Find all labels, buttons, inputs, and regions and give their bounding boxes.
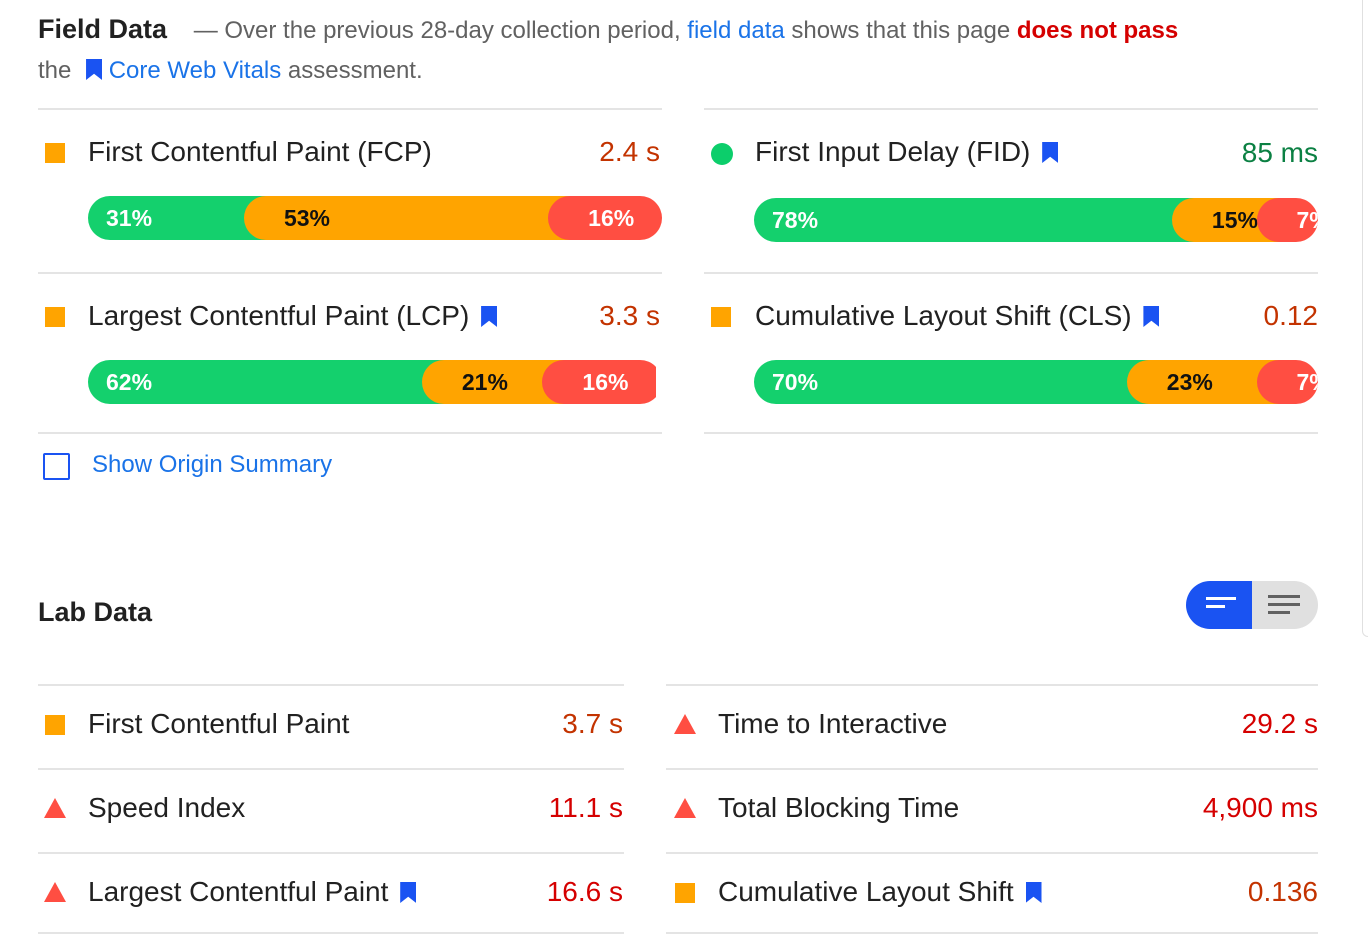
metric-name: Speed Index [88,792,246,823]
divider [38,432,662,434]
metric-value: 2.4 s [599,136,660,167]
fail-triangle-icon [44,798,66,818]
needs-improvement-segment: 53% [243,196,571,240]
average-square-icon [45,715,65,735]
poor-segment: 16% [542,360,657,404]
divider [38,272,662,274]
poor-segment: 16% [548,196,662,240]
summary-view-button[interactable] [1186,581,1252,629]
scrollbar[interactable] [1362,0,1368,637]
field-data-link[interactable]: field data [687,17,784,44]
poor-segment: 7% [1256,360,1318,404]
bookmark-icon [86,59,103,80]
metric-name: First Contentful Paint (FCP) [88,136,432,167]
metric-value: 4,900 ms [1202,792,1318,823]
metric-name: Time to Interactive [718,708,948,739]
metric-value: 85 ms [1241,137,1318,168]
average-square-icon [711,307,731,327]
average-square-icon [45,143,65,163]
intro-text-1: Over the previous 28-day collection peri… [224,17,681,44]
show-origin-summary-checkbox[interactable] [43,453,70,480]
divider [704,108,1318,110]
field-data-title: Field Data [38,14,168,44]
average-square-icon [675,883,695,903]
metric-value: 0.136 [1247,876,1318,907]
good-segment: 70% [754,360,1149,404]
metric-name-text: Cumulative Layout Shift [718,876,1014,907]
summary-lines-icon [1206,605,1225,608]
divider [666,852,1318,854]
metric-value: 16.6 s [546,876,623,907]
fail-triangle-icon [674,798,696,818]
bookmark-icon [481,306,498,327]
metric-value: 11.1 s [548,792,623,823]
details-view-button[interactable] [1252,581,1318,629]
divider [666,684,1318,686]
divider [666,932,1318,934]
metric-name: First Input Delay (FID) [755,136,1059,168]
header-dash: — [193,17,218,44]
metric-name-text: First Input Delay (FID) [755,136,1031,167]
bookmark-icon [1025,882,1042,903]
metric-name: Cumulative Layout Shift (CLS) [755,300,1160,332]
good-circle-icon [711,143,733,165]
details-lines-icon [1268,595,1300,598]
details-lines-icon [1268,603,1300,606]
metric-value: 3.3 s [599,300,660,331]
distribution-bar: 78% 15% 7% [754,198,1318,242]
average-square-icon [45,307,65,327]
view-toggle[interactable] [1186,581,1318,629]
fail-triangle-icon [44,882,66,902]
core-web-vitals-link[interactable]: Core Web Vitals [109,57,282,84]
details-lines-icon [1268,611,1290,614]
divider [666,768,1318,770]
show-origin-summary-label[interactable]: Show Origin Summary [92,451,332,479]
lab-data-title: Lab Data [38,597,153,627]
metric-value: 29.2 s [1241,708,1318,739]
metric-name: Largest Contentful Paint [88,876,417,908]
metric-name: Cumulative Layout Shift [718,876,1042,908]
metric-name: Largest Contentful Paint (LCP) [88,300,498,332]
metric-name: Total Blocking Time [718,792,960,823]
good-segment: 78% [754,198,1194,242]
metric-name-text: Largest Contentful Paint [88,876,389,907]
intro-text-4: assessment. [287,57,423,84]
divider [38,768,624,770]
bookmark-icon [1143,306,1160,327]
metric-value: 3.7 s [562,708,623,739]
intro-text-3: the [38,57,72,84]
divider [38,852,624,854]
intro-text-2: shows that this page [791,17,1011,44]
divider [38,684,624,686]
metric-name-text: Cumulative Layout Shift (CLS) [755,300,1132,331]
poor-segment: 7% [1256,198,1318,242]
metric-value: 0.12 [1263,300,1319,331]
assessment-verdict: does not pass [1016,17,1179,44]
bookmark-icon [400,882,417,903]
needs-improvement-segment: 23% [1126,360,1279,404]
summary-lines-icon [1206,597,1236,600]
distribution-bar: 31% 53% 16% [88,196,662,240]
divider [704,272,1318,274]
metric-name: First Contentful Paint [88,708,350,739]
good-segment: 62% [88,360,444,404]
distribution-bar: 62% 21% 16% [88,360,662,404]
field-data-header-line2: the Core Web Vitals assessment. [38,57,423,85]
divider [38,108,662,110]
field-data-header: Field Data — Over the previous 28-day co… [38,14,1178,45]
distribution-bar: 70% 23% 7% [754,360,1318,404]
fail-triangle-icon [674,714,696,734]
divider [38,932,624,934]
metric-name-text: Largest Contentful Paint (LCP) [88,300,470,331]
divider [704,432,1318,434]
bookmark-icon [1042,142,1059,163]
good-segment: 31% [88,196,266,240]
